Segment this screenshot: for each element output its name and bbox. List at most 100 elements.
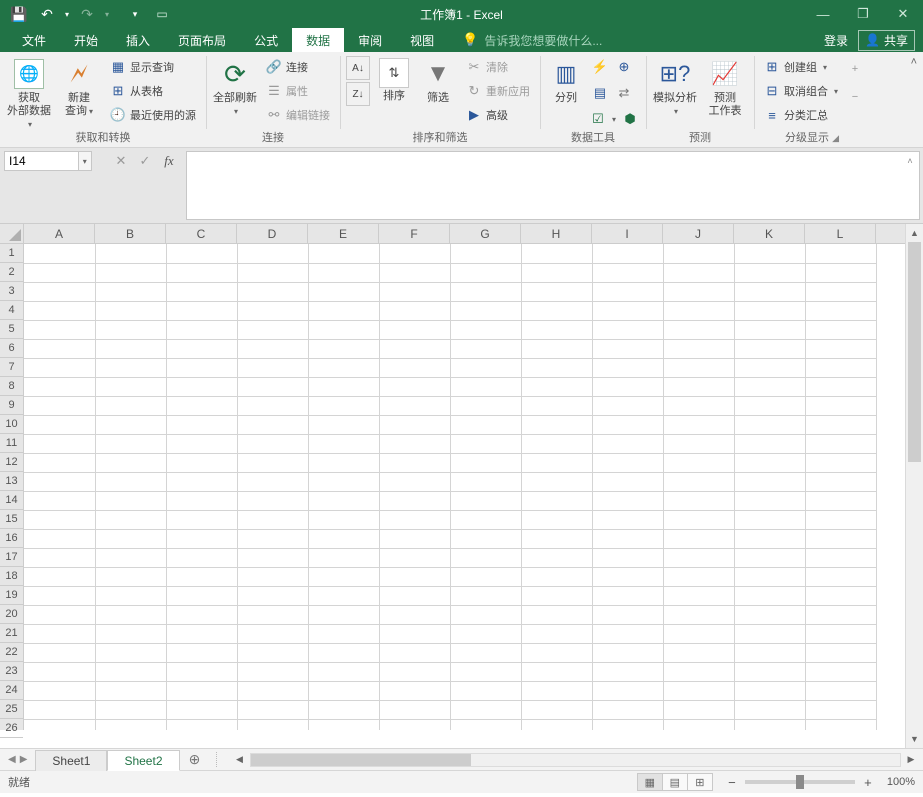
cell[interactable]	[592, 700, 663, 719]
cell[interactable]	[24, 510, 95, 529]
cell[interactable]	[592, 548, 663, 567]
cell[interactable]	[521, 320, 592, 339]
row-header[interactable]: 26	[0, 719, 23, 738]
cell[interactable]	[734, 263, 805, 282]
cell[interactable]	[308, 453, 379, 472]
cell[interactable]	[805, 320, 876, 339]
row-header[interactable]: 4	[0, 301, 23, 320]
row-header[interactable]: 9	[0, 396, 23, 415]
cell[interactable]	[592, 263, 663, 282]
cell[interactable]	[95, 472, 166, 491]
cell[interactable]	[521, 339, 592, 358]
cell[interactable]	[95, 301, 166, 320]
cell[interactable]	[450, 282, 521, 301]
cell[interactable]	[663, 567, 734, 586]
cell[interactable]	[450, 529, 521, 548]
cell[interactable]	[379, 586, 450, 605]
cell[interactable]	[166, 643, 237, 662]
cell[interactable]	[521, 472, 592, 491]
cell[interactable]	[237, 434, 308, 453]
cell[interactable]	[521, 263, 592, 282]
cell[interactable]	[592, 491, 663, 510]
zoom-out-button[interactable]: −	[725, 775, 739, 789]
remove-duplicates-button[interactable]: ▤	[590, 82, 610, 104]
cell[interactable]	[24, 244, 95, 263]
cell[interactable]	[166, 567, 237, 586]
cell[interactable]	[805, 472, 876, 491]
cell[interactable]	[379, 548, 450, 567]
fx-button[interactable]: fx	[158, 151, 180, 171]
cell[interactable]	[450, 700, 521, 719]
cell[interactable]	[379, 415, 450, 434]
cell[interactable]	[663, 719, 734, 730]
login-link[interactable]: 登录	[824, 32, 848, 49]
cell[interactable]	[734, 567, 805, 586]
cell[interactable]	[592, 339, 663, 358]
cell[interactable]	[734, 605, 805, 624]
cell[interactable]	[450, 719, 521, 730]
cell[interactable]	[805, 339, 876, 358]
formula-input[interactable]: ˄	[186, 151, 920, 220]
cell[interactable]	[805, 529, 876, 548]
cell[interactable]	[450, 320, 521, 339]
cell[interactable]	[805, 377, 876, 396]
cell[interactable]	[308, 548, 379, 567]
cell[interactable]	[308, 586, 379, 605]
cell[interactable]	[450, 681, 521, 700]
cell[interactable]	[521, 662, 592, 681]
name-box[interactable]	[4, 151, 79, 171]
cell[interactable]	[521, 415, 592, 434]
cell[interactable]	[734, 415, 805, 434]
cell[interactable]	[521, 282, 592, 301]
tab-file[interactable]: 文件	[8, 28, 60, 52]
cell[interactable]	[805, 700, 876, 719]
cell[interactable]	[521, 453, 592, 472]
cell[interactable]	[521, 396, 592, 415]
get-external-data-button[interactable]: 🌐 获取 外部数据▾	[6, 56, 52, 131]
redo-icon[interactable]: ↷	[74, 1, 100, 27]
connections-button[interactable]: 🔗连接	[262, 56, 334, 78]
cell[interactable]	[663, 548, 734, 567]
cell[interactable]	[379, 681, 450, 700]
cell[interactable]	[734, 396, 805, 415]
cell[interactable]	[592, 377, 663, 396]
cell[interactable]	[308, 396, 379, 415]
cell[interactable]	[237, 339, 308, 358]
edit-links-button[interactable]: ⚯编辑链接	[262, 104, 334, 126]
cell[interactable]	[521, 377, 592, 396]
cell[interactable]	[734, 700, 805, 719]
cell[interactable]	[237, 624, 308, 643]
dialog-launcher-icon[interactable]: ◢	[832, 133, 839, 143]
cell[interactable]	[166, 434, 237, 453]
cell[interactable]	[166, 282, 237, 301]
share-button[interactable]: 👤 共享	[858, 30, 915, 51]
new-query-button[interactable]: 🗲 新建 查询▾	[56, 56, 102, 118]
forecast-sheet-button[interactable]: 📈 预测 工作表	[702, 56, 748, 118]
cell[interactable]	[24, 415, 95, 434]
cell[interactable]	[379, 491, 450, 510]
cell[interactable]	[166, 586, 237, 605]
cell[interactable]	[663, 662, 734, 681]
cell[interactable]	[663, 491, 734, 510]
consolidate-button[interactable]: ⊕	[614, 56, 634, 78]
cell[interactable]	[663, 434, 734, 453]
column-header[interactable]: C	[166, 224, 237, 243]
cell[interactable]	[592, 358, 663, 377]
column-header[interactable]: G	[450, 224, 521, 243]
collapse-ribbon-icon[interactable]: ˄	[911, 56, 917, 68]
hscroll-thumb[interactable]	[251, 754, 471, 766]
cell[interactable]	[166, 244, 237, 263]
row-header[interactable]: 7	[0, 358, 23, 377]
refresh-all-button[interactable]: ⟳ 全部刷新▾	[212, 56, 258, 118]
cell[interactable]	[592, 624, 663, 643]
tell-me[interactable]: 💡 告诉我您想要做什么...	[448, 28, 602, 52]
cell[interactable]	[734, 681, 805, 700]
cell[interactable]	[663, 605, 734, 624]
cell[interactable]	[450, 567, 521, 586]
cell[interactable]	[734, 377, 805, 396]
scroll-down-button[interactable]: ▼	[906, 730, 923, 748]
column-header[interactable]: J	[663, 224, 734, 243]
cell[interactable]	[166, 263, 237, 282]
cell[interactable]	[734, 529, 805, 548]
cell[interactable]	[237, 681, 308, 700]
